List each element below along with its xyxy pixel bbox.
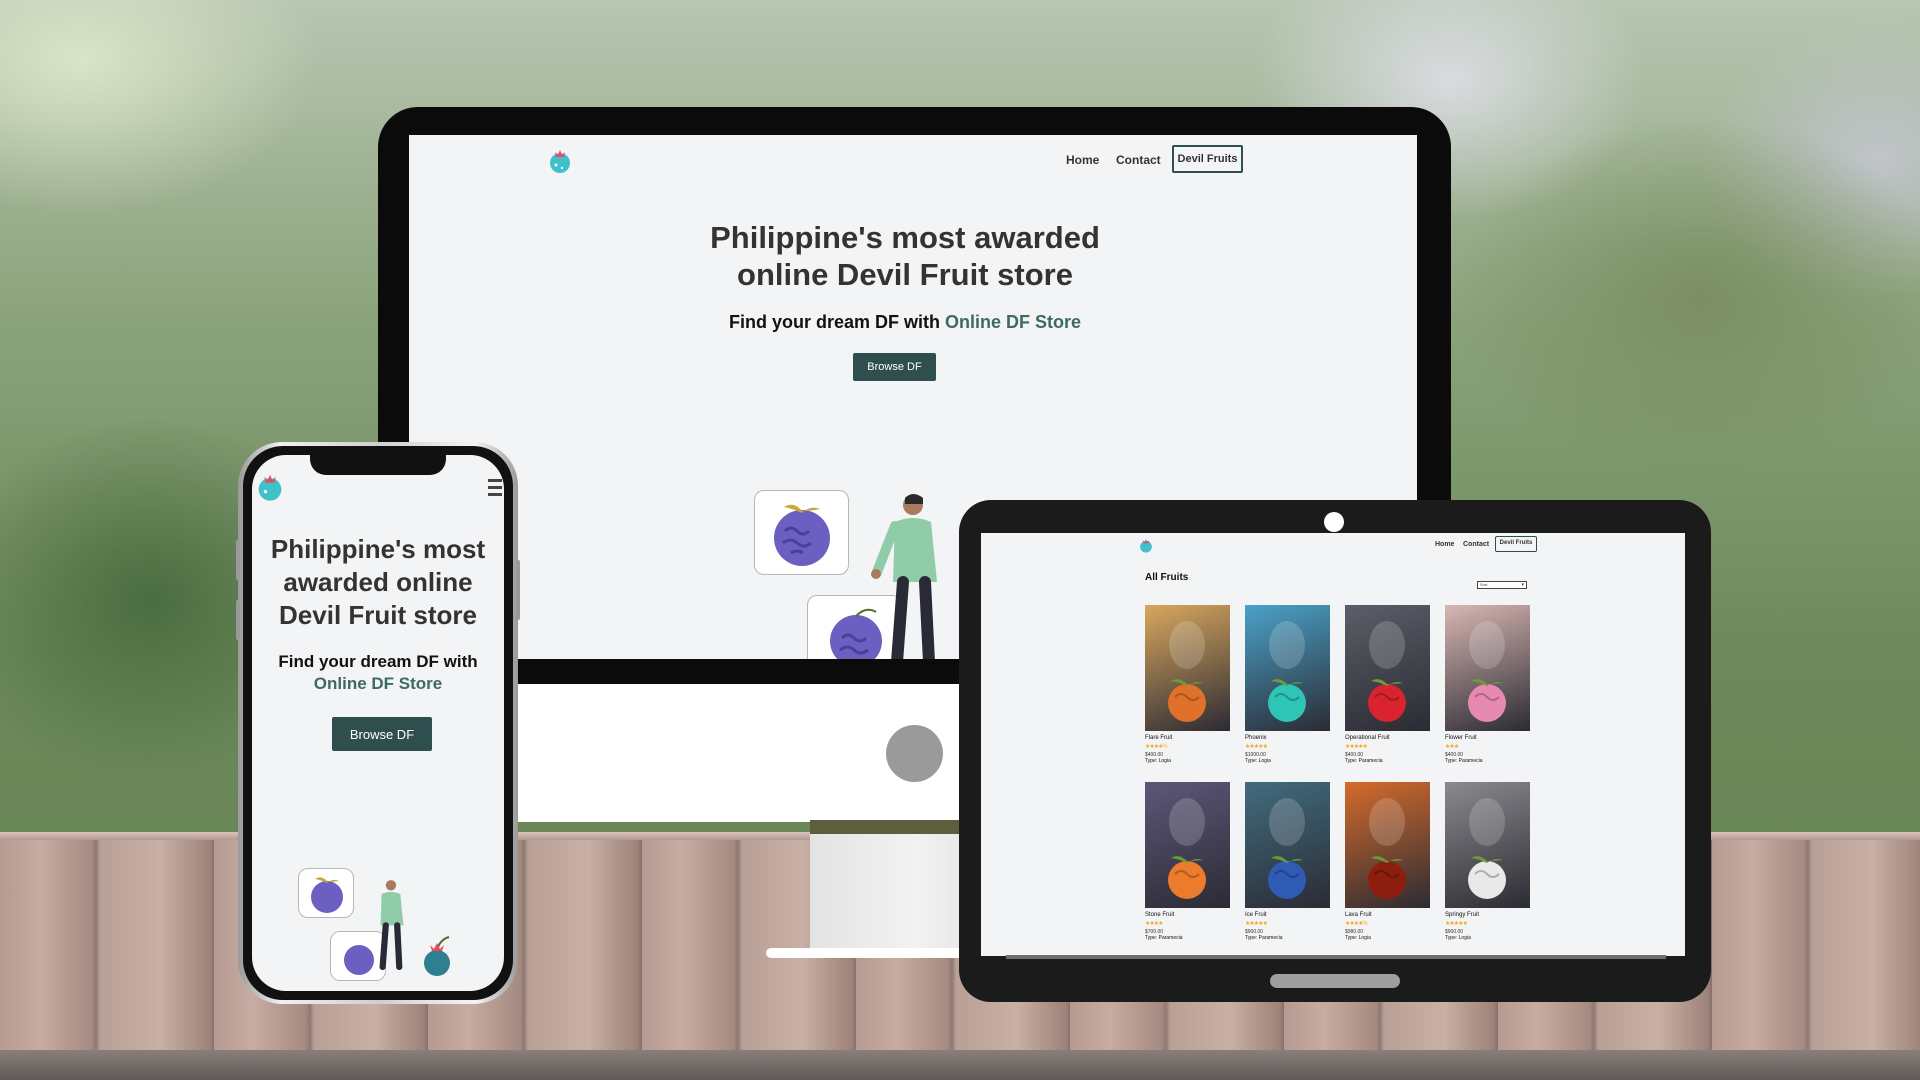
phone-site-screen: Philippine's most awarded online Devil F… <box>252 455 504 991</box>
phone-hero-subtitle: Find your dream DF with Online DF Store <box>252 651 504 695</box>
devil-fruit-icon <box>1168 798 1206 899</box>
tablet-site-screen: Home Contact Devil Fruits All Fruits Sor… <box>981 533 1685 956</box>
fruit-name[interactable]: Flower Fruit <box>1445 735 1477 741</box>
fruit-rating: ★★★★★ <box>1345 744 1368 750</box>
fruit-name[interactable]: Stone Fruit <box>1145 912 1174 918</box>
fruit-rating: ★★★★★ <box>1245 921 1268 927</box>
phone-volume-button <box>236 600 240 640</box>
chevron-down-icon: ▾ <box>1521 582 1524 588</box>
fruit-rating: ★★★★½ <box>1345 921 1368 927</box>
nav-contact-link[interactable]: Contact <box>1116 153 1161 167</box>
fruit-type: Type: Logia <box>1445 935 1471 941</box>
phone-hero-title-line-1: Philippine's most <box>270 534 486 564</box>
nav-contact-link[interactable]: Contact <box>1463 541 1489 548</box>
phone-notch <box>310 455 446 475</box>
hero-title-line-2: online Devil Fruit store <box>737 257 1073 293</box>
fruit-type: Type: Paramecia <box>1145 935 1183 941</box>
purple-fruit-icon <box>774 504 830 566</box>
fruit-rating: ★★★★★ <box>1445 921 1468 927</box>
fruit-card-image[interactable] <box>1145 782 1230 908</box>
hero-subtitle-prefix: Find your dream DF with <box>728 312 945 332</box>
nav-home-link[interactable]: Home <box>1435 541 1454 548</box>
hero-title-line-1: Philippine's most awarded <box>710 220 1100 255</box>
fruit-card-image[interactable] <box>1245 782 1330 908</box>
phone-browse-df-button[interactable]: Browse DF <box>332 717 432 751</box>
phone-hero-title-line-2: awarded online <box>283 567 473 597</box>
site-logo-icon[interactable] <box>548 145 572 175</box>
fruit-name[interactable]: Lava Fruit <box>1345 912 1372 918</box>
person-illustration <box>871 494 937 659</box>
fruit-card-image[interactable] <box>1445 782 1530 908</box>
fruit-type: Type: Logia <box>1245 758 1271 764</box>
sort-select[interactable]: Sort ▾ <box>1477 581 1527 589</box>
phone-power-button <box>516 560 520 620</box>
tablet-bezel-shadow <box>1006 955 1666 959</box>
fruit-type: Type: Paramecia <box>1345 758 1383 764</box>
phone-hero-subtitle-line-1: Find your dream DF with <box>278 652 478 671</box>
fruit-type: Type: Paramecia <box>1245 935 1283 941</box>
devil-fruit-icon <box>1168 621 1206 722</box>
devil-fruit-icon <box>1468 798 1506 899</box>
fruit-name[interactable]: Operational Fruit <box>1345 735 1390 741</box>
fruit-name[interactable]: Springy Fruit <box>1445 912 1479 918</box>
fruit-type: Type: Logia <box>1145 758 1171 764</box>
sort-select-value: Sort <box>1480 582 1488 587</box>
phone-volume-button <box>236 540 240 580</box>
tablet-home-bar <box>1270 974 1400 988</box>
devil-fruit-icon <box>1268 798 1306 899</box>
fruit-name[interactable]: Phoenix <box>1245 735 1267 741</box>
fruit-card-illustration <box>298 868 354 918</box>
fruit-name[interactable]: Ice Fruit <box>1245 912 1267 918</box>
tablet-camera <box>1324 512 1344 532</box>
devil-fruit-icon <box>1468 621 1506 722</box>
fruit-card-image[interactable] <box>1345 782 1430 908</box>
phone-hero-title: Philippine's most awarded online Devil F… <box>252 533 504 632</box>
fruit-rating: ★★★★ <box>1145 921 1163 927</box>
phone-hero-subtitle-accent: Online DF Store <box>313 674 443 693</box>
nav-devil-fruits-button[interactable]: Devil Fruits <box>1172 145 1243 173</box>
purple-fruit-icon <box>311 877 343 913</box>
fruit-rating: ★★★★½ <box>1145 744 1168 750</box>
fruit-type: Type: Paramecia <box>1445 758 1483 764</box>
all-fruits-heading: All Fruits <box>1145 572 1189 583</box>
fruit-card-image[interactable] <box>1145 605 1230 731</box>
devil-fruit-icon <box>1268 621 1306 722</box>
site-logo-icon[interactable] <box>1139 536 1153 554</box>
fruit-rating: ★★★ <box>1445 744 1459 750</box>
blue-fruit-icon <box>424 936 450 976</box>
site-logo-icon[interactable] <box>256 469 284 503</box>
phone-hero-title-line-3: Devil Fruit store <box>279 600 477 630</box>
hero-subtitle: Find your dream DF with Online DF Store <box>649 312 1161 333</box>
fruit-card-image[interactable] <box>1245 605 1330 731</box>
hamburger-menu-icon[interactable] <box>488 479 502 499</box>
nav-home-link[interactable]: Home <box>1066 153 1099 167</box>
fruit-card-image[interactable] <box>1445 605 1530 731</box>
devil-fruit-icon <box>1368 621 1406 722</box>
fruit-rating: ★★★★★ <box>1245 744 1268 750</box>
browse-df-button[interactable]: Browse DF <box>853 353 936 381</box>
fruit-card-illustration <box>754 490 849 575</box>
fruit-name[interactable]: Flare Fruit <box>1145 735 1172 741</box>
hero-title: Philippine's most awarded online Devil F… <box>649 219 1161 293</box>
person-illustration <box>379 880 404 971</box>
nav-devil-fruits-button[interactable]: Devil Fruits <box>1495 536 1537 552</box>
hero-subtitle-accent: Online DF Store <box>945 312 1082 332</box>
monitor-logo-button <box>886 725 943 782</box>
devil-fruit-icon <box>1368 798 1406 899</box>
fruit-type: Type: Logia <box>1345 935 1371 941</box>
fruit-card-image[interactable] <box>1345 605 1430 731</box>
